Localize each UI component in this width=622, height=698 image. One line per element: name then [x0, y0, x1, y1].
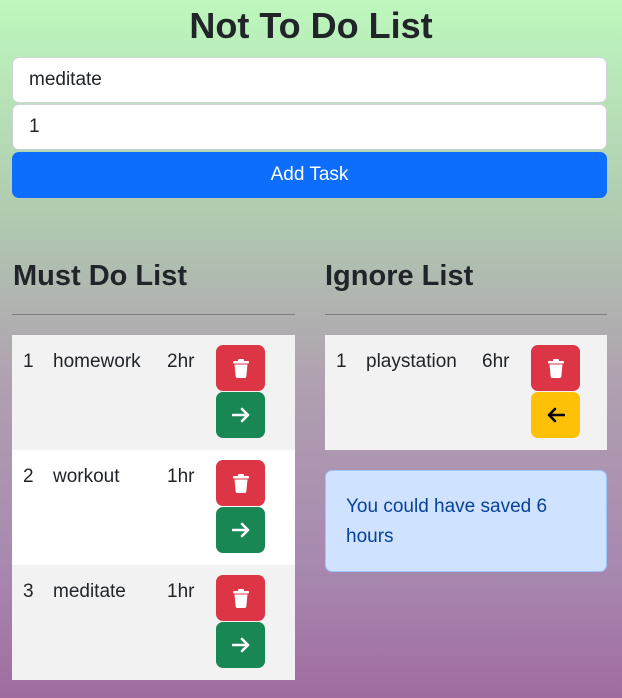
- must-do-title: Must Do List: [13, 260, 187, 292]
- delete-button[interactable]: [531, 345, 580, 391]
- move-to-ignore-button[interactable]: [216, 507, 265, 553]
- delete-button[interactable]: [216, 345, 265, 391]
- trash-icon: [232, 473, 249, 493]
- row-hours: 2hr: [167, 351, 195, 372]
- ignore-list-title: Ignore List: [325, 260, 474, 292]
- move-to-ignore-button[interactable]: [216, 392, 265, 438]
- row-number: 1: [23, 351, 34, 372]
- table-row: 3 meditate 1hr: [12, 565, 295, 680]
- page-title: Not To Do List: [189, 5, 433, 46]
- row-hours: 1hr: [167, 466, 195, 487]
- trash-icon: [232, 588, 249, 608]
- ignore-table: 1 playstation 6hr: [325, 335, 607, 450]
- table-row: 1 homework 2hr: [12, 335, 295, 450]
- arrow-right-icon: [231, 522, 249, 538]
- row-task: homework: [53, 351, 141, 372]
- trash-icon: [232, 358, 249, 378]
- add-task-button[interactable]: Add Task: [12, 152, 607, 198]
- must-do-table: 1 homework 2hr 2 workout 1hr 3 meditate …: [12, 335, 295, 680]
- row-task: meditate: [53, 581, 126, 602]
- row-task: playstation: [366, 351, 457, 372]
- delete-button[interactable]: [216, 460, 265, 506]
- ignore-list-divider: [325, 314, 607, 315]
- must-do-divider: [12, 314, 295, 315]
- hours-input[interactable]: 1: [12, 104, 607, 150]
- arrow-left-icon: [547, 407, 565, 423]
- row-number: 2: [23, 466, 34, 487]
- arrow-right-icon: [231, 407, 249, 423]
- move-to-must-do-button[interactable]: [531, 392, 580, 438]
- row-number: 1: [336, 351, 347, 372]
- row-task: workout: [53, 466, 120, 487]
- row-hours: 6hr: [482, 351, 510, 372]
- saved-hours-alert: You could have saved 6 hours: [325, 470, 607, 572]
- row-hours: 1hr: [167, 581, 195, 602]
- task-input[interactable]: meditate: [12, 57, 607, 103]
- row-number: 3: [23, 581, 34, 602]
- move-to-ignore-button[interactable]: [216, 622, 265, 668]
- trash-icon: [547, 358, 564, 378]
- table-row: 1 playstation 6hr: [325, 335, 607, 450]
- arrow-right-icon: [231, 637, 249, 653]
- delete-button[interactable]: [216, 575, 265, 621]
- table-row: 2 workout 1hr: [12, 450, 295, 565]
